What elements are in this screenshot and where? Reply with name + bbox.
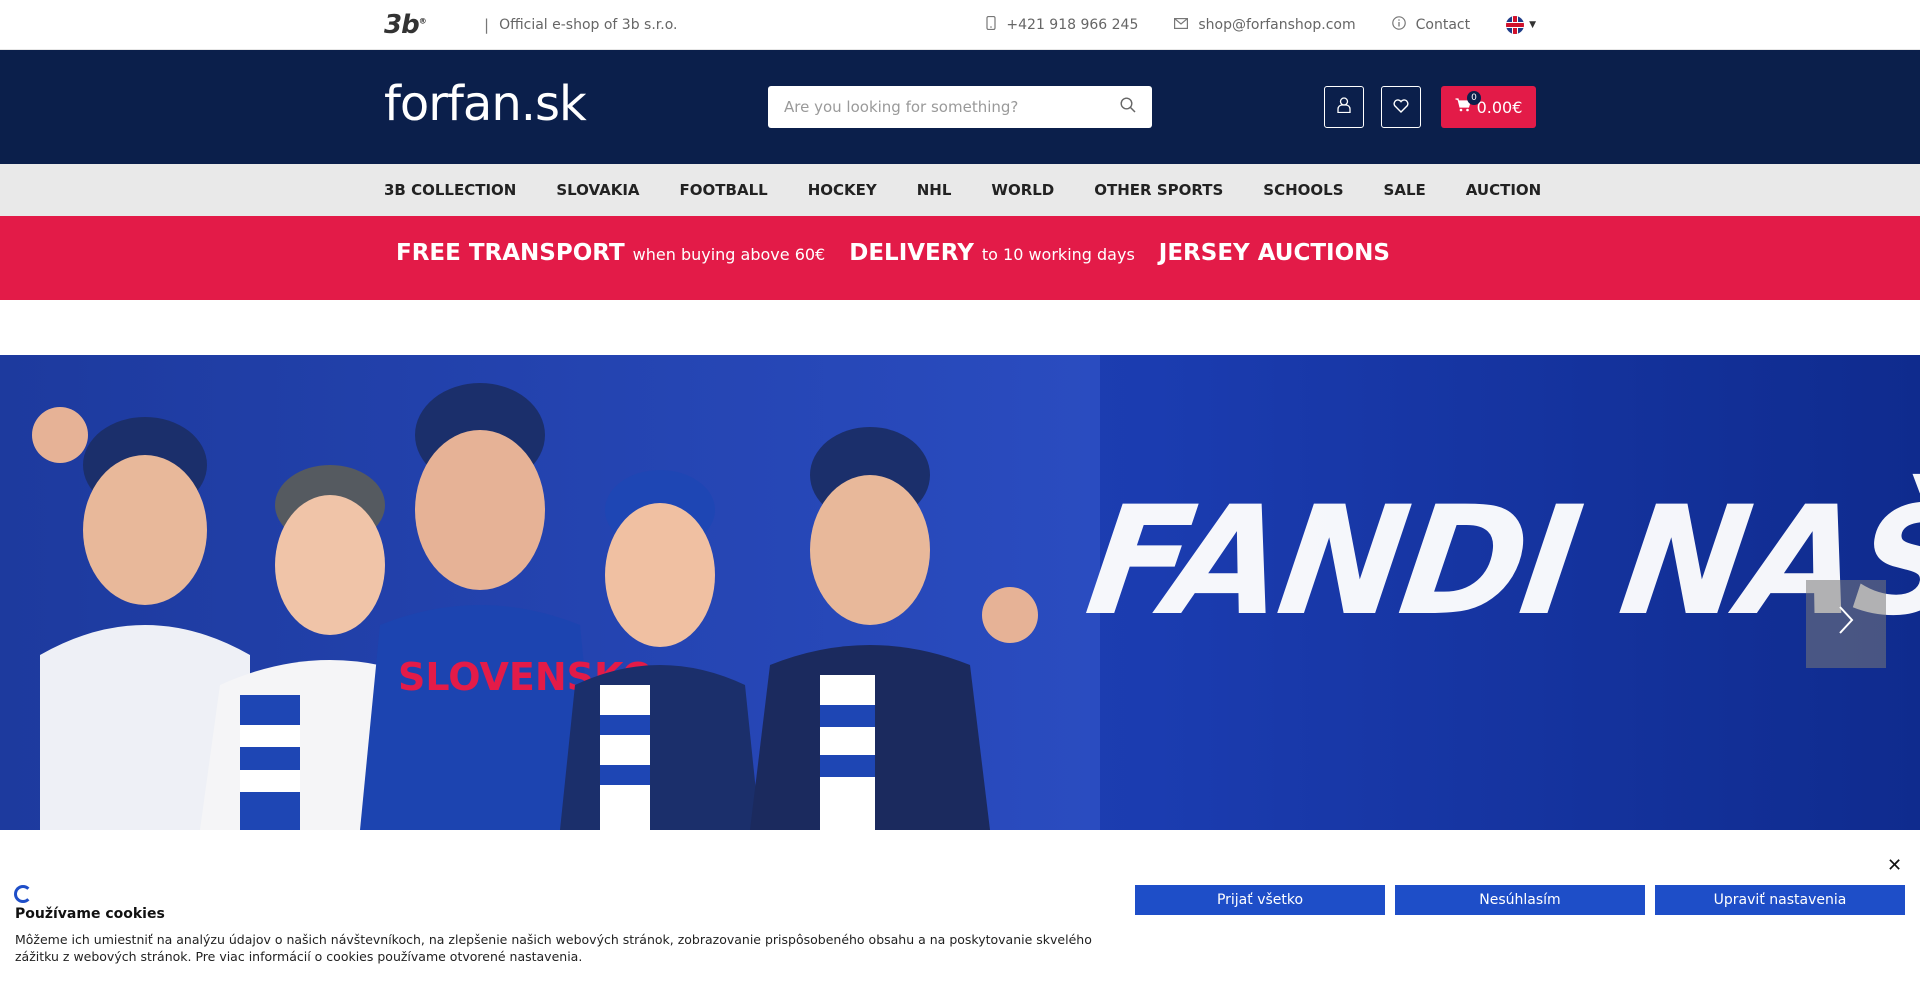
- site-logo[interactable]: forfan.sk: [384, 76, 587, 132]
- carousel-next-button[interactable]: [1806, 580, 1886, 668]
- tagline: Official e-shop of 3b s.r.o.: [499, 17, 678, 33]
- phone-number: +421 918 966 245: [1006, 17, 1139, 33]
- cart-total: 0.00€: [1476, 97, 1523, 117]
- nav-item-auction[interactable]: AUCTION: [1466, 181, 1541, 199]
- email-link[interactable]: shop@forfanshop.com: [1174, 17, 1356, 33]
- fans-illustration: SLOVENSKO: [0, 355, 1100, 830]
- hero-banner[interactable]: SLOVENSKO FANDI NAŠIM ‹: [0, 355, 1920, 830]
- cart-button[interactable]: 0 0.00€: [1441, 86, 1536, 128]
- nav-item-schools[interactable]: SCHOOLS: [1263, 181, 1343, 199]
- email-address: shop@forfanshop.com: [1198, 17, 1356, 33]
- info-icon: [1391, 16, 1406, 34]
- free-transport-label: FREE TRANSPORT: [396, 240, 625, 266]
- envelope-icon: [1174, 17, 1189, 33]
- cookie-consent-logo-icon: [14, 885, 32, 903]
- 3b-logo[interactable]: 3b®: [384, 10, 470, 40]
- phone-link[interactable]: +421 918 966 245: [986, 15, 1139, 34]
- 3b-logo-text: 3b: [384, 10, 420, 40]
- contact-link[interactable]: Contact: [1391, 16, 1471, 34]
- promo-strip: FREE TRANSPORT when buying above 60€ DEL…: [0, 216, 1920, 300]
- chevron-left-icon: ‹: [67, 604, 81, 644]
- carousel-prev-button[interactable]: ‹: [34, 580, 114, 668]
- separator: |: [484, 16, 490, 34]
- nav-item-world[interactable]: WORLD: [991, 181, 1054, 199]
- contact-label: Contact: [1415, 17, 1471, 33]
- jersey-auctions-link[interactable]: JERSEY AUCTIONS: [1159, 240, 1390, 266]
- cookie-settings-button[interactable]: Upraviť nastavenia: [1655, 885, 1905, 915]
- cart-count-badge: 0: [1467, 91, 1481, 105]
- mobile-phone-icon: [986, 15, 997, 34]
- free-transport-note: when buying above 60€: [632, 245, 826, 264]
- nav-item-football[interactable]: FOOTBALL: [680, 181, 768, 199]
- delivery-note: to 10 working days: [981, 245, 1135, 264]
- search-box[interactable]: Are you looking for something?: [768, 86, 1152, 128]
- wishlist-button[interactable]: [1381, 86, 1421, 128]
- nav-item-slovakia[interactable]: SLOVAKIA: [556, 181, 639, 199]
- cookie-description: Môžeme ich umiestniť na analýzu údajov o…: [15, 932, 1092, 964]
- cookie-consent-bar: Používame cookies Môžeme ich umiestniť n…: [0, 830, 1920, 993]
- close-icon[interactable]: ✕: [1887, 855, 1902, 876]
- hero-headline: FANDI NAŠIM: [1077, 475, 1920, 649]
- language-selector[interactable]: ▼: [1506, 16, 1536, 34]
- main-navigation: 3B COLLECTION SLOVAKIA FOOTBALL HOCKEY N…: [0, 164, 1920, 216]
- top-bar-contacts: +421 918 966 245 shop@forfanshop.com Con…: [950, 15, 1536, 34]
- search-icon[interactable]: [1120, 97, 1136, 117]
- nav-item-3b-collection[interactable]: 3B COLLECTION: [384, 181, 516, 199]
- cookie-title: Používame cookies: [15, 906, 165, 922]
- nav-item-nhl[interactable]: NHL: [917, 181, 952, 199]
- search-input[interactable]: Are you looking for something?: [784, 98, 1120, 116]
- heart-icon: [1393, 98, 1409, 117]
- account-button[interactable]: [1324, 86, 1364, 128]
- nav-item-other-sports[interactable]: OTHER SPORTS: [1094, 181, 1223, 199]
- nav-item-hockey[interactable]: HOCKEY: [808, 181, 877, 199]
- user-icon: [1337, 97, 1351, 117]
- accept-all-button[interactable]: Prijať všetko: [1135, 885, 1385, 915]
- chevron-down-icon: ▼: [1529, 20, 1536, 30]
- delivery-label: DELIVERY: [849, 240, 974, 266]
- chevron-right-icon: [1837, 604, 1855, 644]
- nav-item-sale[interactable]: SALE: [1384, 181, 1426, 199]
- top-bar: 3b® | Official e-shop of 3b s.r.o. +421 …: [0, 0, 1920, 50]
- decline-button[interactable]: Nesúhlasím: [1395, 885, 1645, 915]
- uk-flag-icon: [1506, 16, 1525, 34]
- main-header: forfan.sk Are you looking for something?…: [0, 50, 1920, 164]
